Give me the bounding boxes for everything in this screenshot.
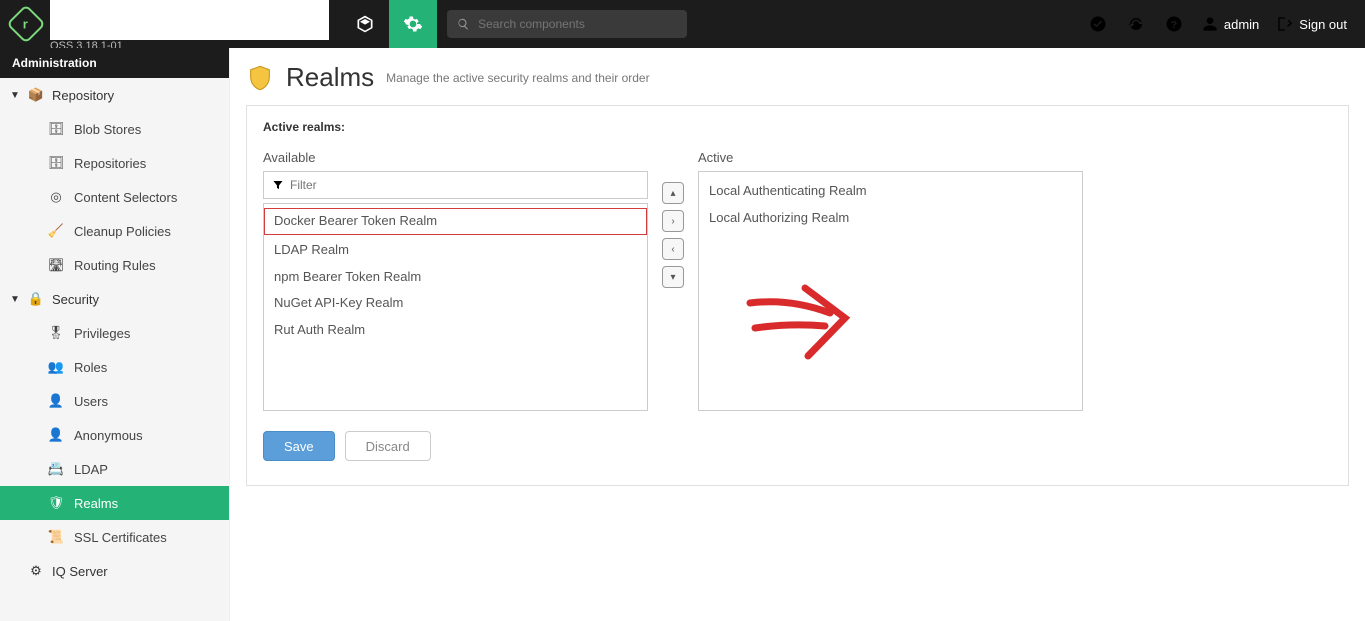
section-icon: 📦 (28, 87, 44, 103)
list-item[interactable]: npm Bearer Token Realm (264, 264, 647, 291)
item-label: Realms (74, 496, 118, 511)
item-icon: 📇 (48, 461, 64, 477)
sidebar-item[interactable]: 📇 LDAP (0, 452, 229, 486)
user-label: admin (1224, 17, 1259, 32)
chevron-down-icon: ▼ (10, 294, 20, 305)
sidebar-section[interactable]: ⚙ IQ Server (0, 554, 229, 588)
item-icon: 🗄 (48, 155, 64, 171)
sidebar-title: Administration (0, 48, 229, 78)
item-label: Privileges (74, 326, 130, 341)
page-title: Realms (286, 62, 374, 93)
item-icon: 👤 (48, 393, 64, 409)
filter-icon (272, 179, 284, 191)
product-name: Sonatype Nexus Repository Manager (50, 0, 329, 40)
sidebar-item[interactable]: 📜 SSL Certificates (0, 520, 229, 554)
sidebar-item[interactable]: 🗄 Repositories (0, 146, 229, 180)
active-listbox[interactable]: Local Authenticating RealmLocal Authoriz… (698, 171, 1083, 411)
app-header: r Sonatype Nexus Repository Manager OSS … (0, 0, 1365, 48)
logo-icon: r (6, 4, 46, 44)
user-menu[interactable]: admin (1202, 16, 1259, 32)
move-up-button[interactable]: ▴ (662, 182, 684, 204)
available-listbox[interactable]: Docker Bearer Token RealmLDAP Realmnpm B… (263, 203, 648, 411)
section-label: Active realms: (263, 120, 1332, 134)
sidebar-item[interactable]: ◎ Content Selectors (0, 180, 229, 214)
signout-button[interactable]: Sign out (1277, 16, 1347, 32)
sidebar-item[interactable]: 👥 Roles (0, 350, 229, 384)
svg-text:?: ? (1171, 19, 1177, 31)
transfer-controls: ▴ › ‹ ▾ (662, 150, 684, 288)
search-input[interactable] (478, 17, 677, 31)
admin-mode-button[interactable] (389, 0, 437, 48)
item-label: LDAP (74, 462, 108, 477)
item-icon: 🧹 (48, 223, 64, 239)
search-box[interactable] (447, 10, 687, 38)
sidebar: Administration ▼📦Repository🗄Blob Stores🗄… (0, 48, 230, 621)
section-icon: 🔒 (28, 291, 44, 307)
section-icon: ⚙ (28, 563, 44, 579)
active-column: Active Local Authenticating RealmLocal A… (698, 150, 1083, 411)
list-item[interactable]: LDAP Realm (264, 237, 647, 264)
move-left-button[interactable]: ‹ (662, 238, 684, 260)
list-item[interactable]: Local Authenticating Realm (699, 178, 1082, 205)
section-label: Repository (52, 88, 114, 103)
search-wrap (447, 10, 687, 38)
search-icon (457, 17, 470, 31)
item-icon: ◎ (48, 189, 64, 205)
sidebar-item[interactable]: 👤 Anonymous (0, 418, 229, 452)
refresh-icon[interactable] (1126, 14, 1146, 34)
main-content: Realms Manage the active security realms… (230, 48, 1365, 621)
signout-icon (1277, 16, 1293, 32)
item-label: Cleanup Policies (74, 224, 171, 239)
realms-panel: Active realms: Available Docker Bearer T… (246, 105, 1349, 486)
item-label: Users (74, 394, 108, 409)
active-label: Active (698, 150, 1083, 165)
page-subtitle: Manage the active security realms and th… (386, 71, 649, 85)
section-label: IQ Server (52, 564, 108, 579)
help-icon[interactable]: ? (1164, 14, 1184, 34)
section-label: Security (52, 292, 99, 307)
logo-block: r Sonatype Nexus Repository Manager OSS … (0, 0, 341, 52)
item-label: Anonymous (74, 428, 143, 443)
item-label: Roles (74, 360, 107, 375)
sidebar-item[interactable]: 👤 Users (0, 384, 229, 418)
available-column: Available Docker Bearer Token RealmLDAP … (263, 150, 648, 411)
signout-label: Sign out (1299, 17, 1347, 32)
list-item[interactable]: Docker Bearer Token Realm (264, 208, 647, 235)
item-label: Routing Rules (74, 258, 156, 273)
chevron-down-icon: ▼ (10, 90, 20, 101)
item-icon: 🗄 (48, 121, 64, 137)
item-label: Content Selectors (74, 190, 177, 205)
move-down-button[interactable]: ▾ (662, 266, 684, 288)
item-icon: 👤 (48, 427, 64, 443)
available-label: Available (263, 150, 648, 165)
page-header: Realms Manage the active security realms… (246, 62, 1349, 93)
browse-mode-button[interactable] (341, 0, 389, 48)
item-icon: 📜 (48, 529, 64, 545)
item-icon: 🎖 (48, 325, 64, 341)
move-right-button[interactable]: › (662, 210, 684, 232)
filter-input[interactable] (290, 178, 639, 192)
sidebar-item[interactable]: 🎖 Privileges (0, 316, 229, 350)
sidebar-item[interactable]: 🧹 Cleanup Policies (0, 214, 229, 248)
filter-box[interactable] (263, 171, 648, 199)
item-label: SSL Certificates (74, 530, 167, 545)
discard-button[interactable]: Discard (345, 431, 431, 461)
list-item[interactable]: Local Authorizing Realm (699, 205, 1082, 232)
user-icon (1202, 16, 1218, 32)
sidebar-section[interactable]: ▼ 🔒 Security (0, 282, 229, 316)
save-button[interactable]: Save (263, 431, 335, 461)
sidebar-item[interactable]: 🛣 Routing Rules (0, 248, 229, 282)
shield-icon (246, 64, 274, 92)
status-ok-icon[interactable] (1088, 14, 1108, 34)
sidebar-item[interactable]: 🛡 Realms (0, 486, 229, 520)
sidebar-item[interactable]: 🗄 Blob Stores (0, 112, 229, 146)
item-icon: 🛡 (48, 495, 64, 511)
item-icon: 👥 (48, 359, 64, 375)
list-item[interactable]: NuGet API-Key Realm (264, 290, 647, 317)
list-item[interactable]: Rut Auth Realm (264, 317, 647, 344)
item-icon: 🛣 (48, 257, 64, 273)
item-label: Repositories (74, 156, 146, 171)
item-label: Blob Stores (74, 122, 141, 137)
sidebar-section[interactable]: ▼ 📦 Repository (0, 78, 229, 112)
